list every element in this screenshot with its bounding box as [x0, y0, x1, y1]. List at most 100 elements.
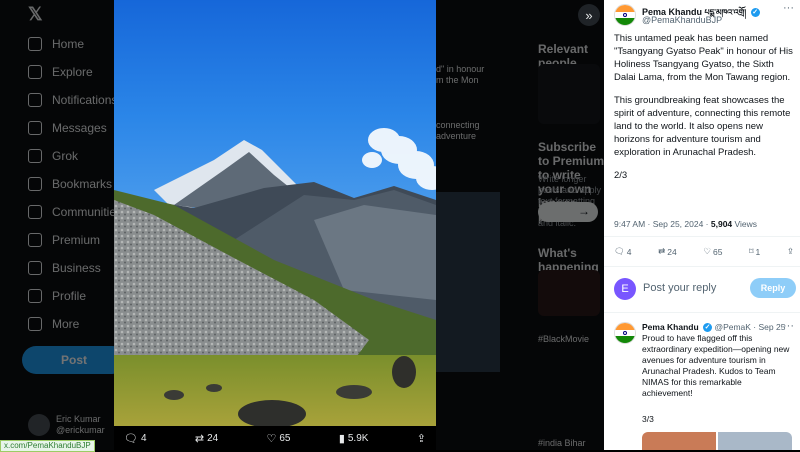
timestamp[interactable]: 9:47 AM · Sep 25, 2024 ·: [614, 219, 711, 229]
views-count: 5.9K: [347, 432, 369, 444]
people-icon: [28, 205, 42, 219]
relevant-person-card: [538, 64, 600, 124]
lightning-icon: [28, 261, 42, 275]
views-label: Views: [732, 219, 758, 229]
share-stat[interactable]: ⇪: [787, 246, 794, 257]
like-icon: ♡: [703, 246, 711, 256]
repost-icon: ⇄: [194, 432, 205, 445]
more-options-icon[interactable]: ···: [783, 2, 794, 14]
nav-label: Bookmarks: [52, 177, 113, 191]
like-stat[interactable]: ♡ 65: [703, 246, 722, 257]
reply-button[interactable]: Reply: [750, 278, 796, 298]
bookmark-count: 1: [755, 246, 761, 257]
reply-stat[interactable]: 🗨 4: [614, 246, 632, 257]
link-hover-url: x.com/PemaKhanduBJP: [0, 440, 95, 452]
background-trend: #BlackMovie: [538, 334, 590, 344]
repost-count: 24: [667, 246, 677, 257]
divider: [604, 312, 800, 313]
share-icon: ⇪: [416, 432, 426, 445]
author-name[interactable]: Pema Khandu ✓ @PemaK · Sep 25: [642, 322, 786, 333]
grok-icon: [28, 149, 42, 163]
repost-count: 24: [207, 432, 219, 444]
nav-item-premium[interactable]: Premium: [28, 230, 100, 250]
reply-icon: 🗨: [124, 432, 138, 445]
reply-icon: 🗨: [614, 246, 625, 256]
mail-icon: [28, 121, 42, 135]
x-logo[interactable]: 𝕏: [28, 4, 43, 25]
share-icon: ⇪: [786, 246, 794, 256]
reply-composer: E Post your reply Reply: [614, 278, 796, 300]
tweet-header: Pema Khandu པདྨ་མཁའ་འགྲོ། ✓ @PemaKhanduB…: [614, 2, 796, 28]
tweet-stats: 🗨 4 ⇄ 24 ♡ 65 ⌑ 1 ⇪: [614, 246, 794, 257]
more-options-icon[interactable]: ···: [783, 320, 794, 332]
home-icon: [28, 37, 42, 51]
x-icon: [28, 233, 42, 247]
author-handle[interactable]: @PemaKhanduBJP: [642, 15, 722, 25]
tweet-meta: 9:47 AM · Sep 25, 2024 · 5,904 Views: [614, 219, 757, 229]
background-text: d" in honour m the Mon: [436, 64, 485, 85]
account-name: Eric Kumar: [56, 414, 101, 424]
tweet-text: This untamed peak has been named "Tsangy…: [614, 32, 794, 192]
nav-item-more[interactable]: More: [28, 314, 79, 334]
nav-item-explore[interactable]: Explore: [28, 62, 93, 82]
nav-label: Messages: [52, 121, 107, 135]
person-icon: [28, 289, 42, 303]
nav-label: Explore: [52, 65, 93, 79]
nav-label: Profile: [52, 289, 87, 303]
photo-action-bar: 🗨 4 ⇄ 24 ♡ 65 ▮ 5.9K ⇪: [114, 426, 436, 450]
account-switcher[interactable]: Eric Kumar @erickumar: [28, 414, 105, 436]
reply-count: 4: [140, 432, 147, 444]
reply-input[interactable]: Post your reply: [643, 282, 716, 294]
nav-label: Grok: [52, 149, 79, 163]
thread-index: 3/3: [642, 414, 654, 424]
nav-label: Premium: [52, 233, 101, 247]
like-count: 65: [279, 432, 291, 444]
thread-index: 2/3: [614, 170, 628, 181]
repost-action[interactable]: ⇄ 24: [195, 432, 218, 445]
bookmark-icon: ⌑: [749, 246, 754, 256]
verified-badge-icon: ✓: [703, 323, 713, 333]
nav-item-communities[interactable]: Communities: [28, 202, 122, 222]
nav-label: Home: [52, 37, 85, 51]
nav-label: Notifications: [52, 93, 118, 107]
post-button[interactable]: Post: [22, 346, 126, 374]
double-chevron-right-icon[interactable]: »: [578, 4, 600, 26]
avatar[interactable]: [614, 322, 636, 344]
views-action[interactable]: ▮ 5.9K: [339, 432, 369, 445]
divider: [604, 266, 800, 267]
author-name-text: Pema Khandu: [642, 322, 699, 332]
bell-icon: [28, 93, 42, 107]
nav-item-messages[interactable]: Messages: [28, 118, 107, 138]
views-count: 5,904: [710, 219, 733, 229]
avatar[interactable]: [614, 4, 636, 26]
views-icon: ▮: [338, 432, 345, 445]
background-text: connecting adventure: [436, 120, 480, 141]
nav-item-bookmarks[interactable]: Bookmarks: [28, 174, 112, 194]
nav-item-grok[interactable]: Grok: [28, 146, 78, 166]
nav-item-home[interactable]: Home: [28, 34, 84, 54]
like-action[interactable]: ♡ 65: [267, 432, 291, 445]
nav-label: Communities: [52, 205, 123, 219]
nav-item-notifications[interactable]: Notifications: [28, 90, 117, 110]
nav-item-profile[interactable]: Profile: [28, 286, 86, 306]
background-trend: #india Bihar: [538, 438, 586, 448]
reply-count: 4: [626, 246, 632, 257]
trend-card: [538, 270, 600, 316]
avatar[interactable]: E: [614, 278, 636, 300]
handle-time: @PemaK · Sep 25: [714, 322, 786, 332]
tweet-paragraph: This groundbreaking feat showcases the s…: [614, 95, 791, 158]
repost-icon: ⇄: [658, 246, 666, 256]
subscribe-button[interactable]: →: [538, 202, 598, 222]
bookmark-icon: [28, 177, 42, 191]
nav-label: Business: [52, 261, 101, 275]
arrow-right-icon: →: [578, 204, 590, 218]
background-media: [436, 192, 500, 372]
repost-stat[interactable]: ⇄ 24: [658, 246, 677, 257]
bookmark-stat[interactable]: ⌑ 1: [749, 246, 760, 257]
tweet-media[interactable]: [642, 432, 792, 450]
media-photo[interactable]: [114, 0, 436, 426]
nav-item-business[interactable]: Business: [28, 258, 101, 278]
divider: [604, 236, 800, 237]
reply-action[interactable]: 🗨 4: [124, 432, 147, 445]
share-action[interactable]: ⇪: [417, 432, 426, 445]
